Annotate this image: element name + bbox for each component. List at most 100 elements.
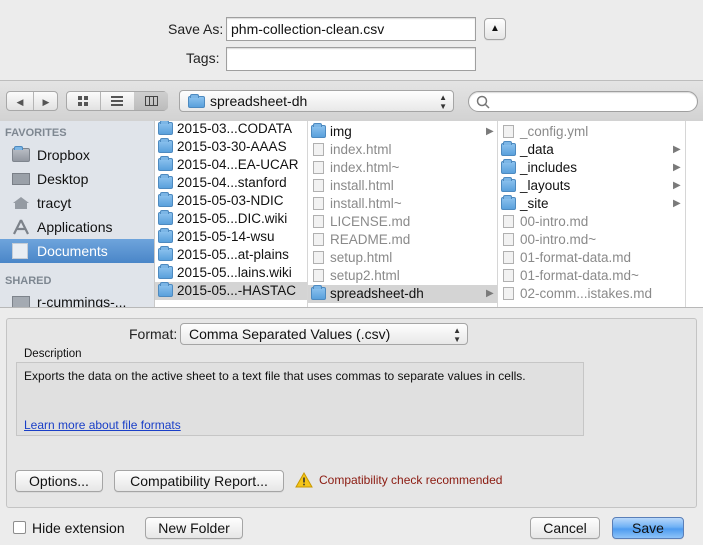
file-row[interactable]: 2015-05...DIC.wiki [155,210,307,228]
file-row[interactable]: 01-format-data.md~ [498,267,685,285]
file-row[interactable]: 01-format-data.md [498,249,685,267]
expand-dialog-button[interactable]: ▲ [484,18,506,40]
format-popup[interactable]: Comma Separated Values (.csv) ▲ ▼ [180,323,468,345]
file-row[interactable]: 00-intro.md~ [498,231,685,249]
file-name: 2015-05-14-wsu [177,229,275,244]
updown-arrows-icon: ▲ ▼ [439,93,447,111]
sidebar-item-label: Dropbox [37,147,90,163]
cancel-button[interactable]: Cancel [530,517,600,539]
home-icon [13,197,29,209]
file-row[interactable]: img ▶ [308,123,497,141]
file-row[interactable]: _includes ▶ [498,159,685,177]
file-name: spreadsheet-dh [330,286,424,301]
file-row[interactable]: setup.html [308,249,497,267]
forward-button[interactable]: ▶ [33,92,59,110]
file-row[interactable]: 2015-03-30-AAAS [155,138,307,156]
browser-bottom-divider [0,307,703,308]
file-row[interactable]: spreadsheet-dh ▶ [308,285,497,303]
favorites-header: FAVORITES [5,127,67,139]
description-text: Exports the data on the active sheet to … [24,369,526,383]
sidebar-item-tracyt[interactable]: tracyt [0,191,154,215]
list-view-button[interactable] [100,92,135,110]
file-row[interactable]: _site ▶ [498,195,685,213]
column-view-button[interactable] [134,92,168,110]
save-as-field[interactable]: phm-collection-clean.csv [226,17,476,41]
file-name: LICENSE.md [330,214,411,229]
file-row[interactable]: _layouts ▶ [498,177,685,195]
document-icon [313,161,324,174]
file-row[interactable]: LICENSE.md [308,213,497,231]
file-row[interactable]: install.html~ [308,195,497,213]
icon-view-button[interactable] [67,92,101,110]
desktop-icon [12,173,30,185]
file-name: 01-format-data.md~ [520,268,639,283]
file-row[interactable]: 00-intro.md [498,213,685,231]
file-row[interactable]: 2015-04...EA-UCAR [155,156,307,174]
options-button[interactable]: Options... [15,470,103,492]
sidebar: FAVORITES Dropbox Desktop tracyt Applica… [0,121,155,307]
file-row[interactable]: 02-comm...istakes.md [498,285,685,303]
tags-field[interactable] [226,47,476,71]
file-row[interactable]: 2015-05...lains.wiki [155,264,307,282]
file-name: setup.html [330,250,393,265]
format-value: Comma Separated Values (.csv) [189,326,391,342]
sidebar-item-documents[interactable]: Documents [0,239,154,263]
compatibility-report-button[interactable]: Compatibility Report... [114,470,284,492]
sidebar-item-label: Applications [37,219,113,235]
file-row[interactable]: index.html [308,141,497,159]
shared-header: SHARED [5,275,52,287]
file-name: img [330,124,352,139]
search-field[interactable] [468,91,698,112]
file-name: install.html [330,178,394,193]
sidebar-item-label: r-cummings-... [37,294,127,307]
file-row[interactable]: index.html~ [308,159,497,177]
document-icon [313,233,324,246]
sidebar-item-applications[interactable]: Applications [0,215,154,239]
file-name: _config.yml [520,124,589,139]
learn-more-link[interactable]: Learn more about file formats [24,418,181,432]
sidebar-item-shared-computer[interactable]: r-cummings-... [0,290,154,307]
file-name: 2015-03...CODATA [177,121,293,136]
file-row[interactable]: setup2.html [308,267,497,285]
file-name: 2015-05-03-NDIC [177,193,284,208]
file-name: 2015-04...stanford [177,175,287,190]
folder-icon [501,159,516,174]
file-row[interactable]: _config.yml [498,123,685,141]
sidebar-item-dropbox[interactable]: Dropbox [0,143,154,167]
disclosure-arrow-icon: ▶ [673,144,681,155]
file-row[interactable]: README.md [308,231,497,249]
file-column-2: img ▶ index.html index.html~ install.html ins… [308,121,498,307]
document-icon [503,251,514,264]
document-icon [503,287,514,300]
file-row[interactable]: install.html [308,177,497,195]
file-row[interactable]: 2015-03...CODATA [155,121,307,138]
save-button[interactable]: Save [612,517,684,539]
back-arrow-icon: ◀ [16,97,24,107]
document-icon [313,251,324,264]
file-row[interactable]: 2015-05...at-plains [155,246,307,264]
file-row[interactable]: _data ▶ [498,141,685,159]
hide-extension-label: Hide extension [32,520,125,536]
folder-icon [158,174,173,189]
folder-icon [158,121,173,135]
tags-label: Tags: [186,50,220,66]
column-scroll-edge [686,121,703,307]
document-icon [313,143,324,156]
file-name: 2015-04...EA-UCAR [177,157,299,172]
folder-icon [158,138,173,153]
file-row[interactable]: 2015-05...-HASTAC [155,282,307,300]
file-name: 2015-03-30-AAAS [177,139,287,154]
new-folder-button[interactable]: New Folder [145,517,243,539]
disclosure-arrow-icon: ▶ [486,126,494,137]
file-row[interactable]: 2015-05-03-NDIC [155,192,307,210]
hide-extension-checkbox[interactable] [13,521,26,534]
sidebar-item-desktop[interactable]: Desktop [0,167,154,191]
sidebar-item-label: tracyt [37,195,72,211]
back-button[interactable]: ◀ [7,92,34,110]
file-column-1: 2015-03...CODATA 2015-03-30-AAAS 2015-04..… [155,121,308,307]
document-icon [313,269,324,282]
column-view-icon [144,96,158,106]
file-row[interactable]: 2015-05-14-wsu [155,228,307,246]
file-row[interactable]: 2015-04...stanford [155,174,307,192]
location-popup[interactable]: spreadsheet-dh ▲ ▼ [179,90,454,112]
